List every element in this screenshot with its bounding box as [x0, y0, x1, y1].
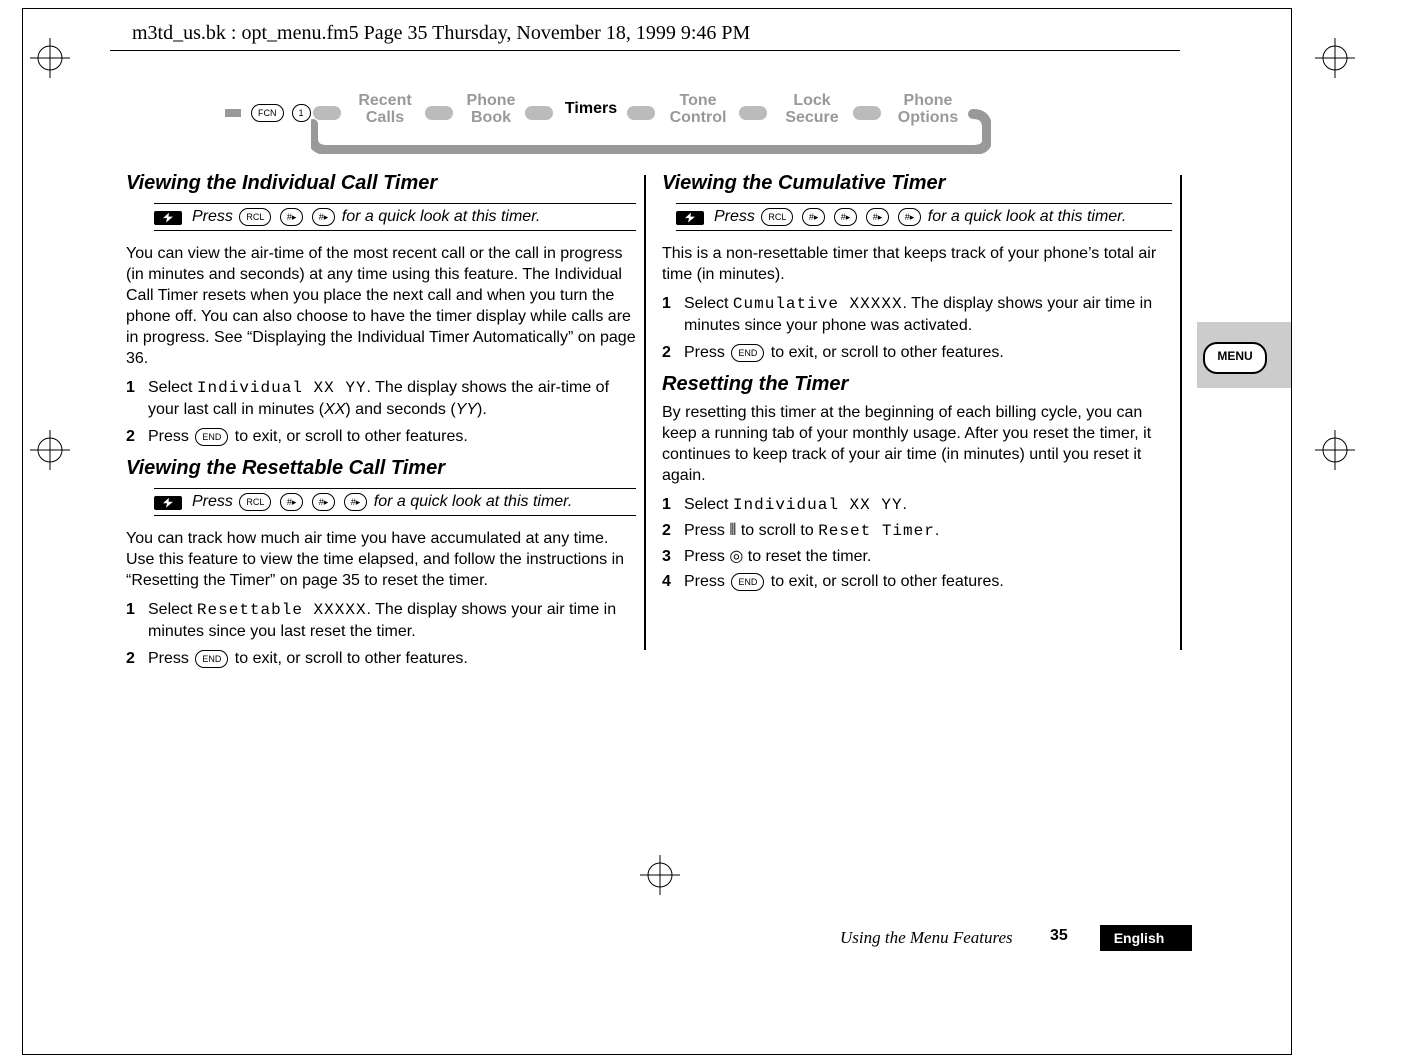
pound-key: #▸: [866, 208, 890, 226]
step-number: 2: [662, 520, 671, 541]
step-number: 1: [662, 494, 671, 515]
page-path: m3td_us.bk : opt_menu.fm5 Page 35 Thursd…: [132, 22, 750, 45]
tip-text: Press: [192, 208, 237, 225]
list-item: 2 Press END to exit, or scroll to other …: [662, 342, 1172, 363]
lcd-text: Individual XX YY: [197, 379, 367, 397]
list-item: 1 Select Resettable XXXXX. The display s…: [126, 599, 636, 642]
footer-section: Using the Menu Features: [840, 928, 1013, 948]
end-key: END: [195, 650, 228, 668]
step-number: 2: [662, 342, 671, 363]
reg-mark-top-right: [1315, 38, 1355, 78]
smart-key-icon: ◎: [729, 548, 743, 565]
list-item: 1 Select Individual XX YY. The display s…: [126, 377, 636, 420]
heading-cumulative-timer: Viewing the Cumulative Timer: [662, 172, 1172, 195]
step-number: 1: [126, 377, 135, 398]
heading-individual-timer: Viewing the Individual Call Timer: [126, 172, 636, 195]
pound-key: #▸: [280, 208, 304, 226]
lcd-text: Individual XX YY: [733, 496, 903, 514]
list-item: 1 Select Individual XX YY.: [662, 494, 1172, 516]
page-number: 35: [1050, 927, 1068, 945]
pound-key: #▸: [280, 493, 304, 511]
lcd-text: Resettable XXXXX: [197, 601, 367, 619]
end-key: END: [731, 344, 764, 362]
list-item: 2 Press END to exit, or scroll to other …: [126, 426, 636, 447]
one-key: 1: [292, 104, 311, 122]
pound-key: #▸: [344, 493, 368, 511]
reg-mark-top-left: [30, 38, 70, 78]
tip-text: Press: [714, 208, 759, 225]
heading-resetting-timer: Resetting the Timer: [662, 373, 1172, 396]
step-number: 4: [662, 571, 671, 592]
end-key: END: [731, 573, 764, 591]
step-number: 3: [662, 546, 671, 567]
column-divider: [644, 175, 646, 650]
rcl-key: RCL: [239, 493, 271, 511]
heading-resettable-timer: Viewing the Resettable Call Timer: [126, 457, 636, 480]
tip-text: for a quick look at this timer.: [342, 208, 541, 225]
paragraph: You can track how much air time you have…: [126, 528, 636, 591]
lcd-text: Cumulative XXXXX: [733, 295, 903, 313]
list-item: 3 Press ◎ to reset the timer.: [662, 546, 1172, 567]
step-number: 1: [662, 293, 671, 314]
rcl-key: RCL: [761, 208, 793, 226]
lcd-text: Reset Timer: [818, 522, 935, 540]
tip-text: Press: [192, 493, 237, 510]
step-number: 2: [126, 426, 135, 447]
paragraph: This is a non-resettable timer that keep…: [662, 243, 1172, 285]
reg-mark-left: [30, 430, 70, 470]
list-item: 4 Press END to exit, or scroll to other …: [662, 571, 1172, 592]
tip-text: for a quick look at this timer.: [374, 493, 573, 510]
list-item: 1 Select Cumulative XXXXX. The display s…: [662, 293, 1172, 336]
paragraph: By resetting this timer at the beginning…: [662, 402, 1172, 486]
pound-key: #▸: [312, 208, 336, 226]
thumb-tab: [1178, 925, 1192, 951]
language-badge: English: [1100, 925, 1178, 951]
tip-icon: [154, 211, 182, 225]
list-item: 2 Press ⦀ to scroll to Reset Timer.: [662, 520, 1172, 542]
rcl-key: RCL: [239, 208, 271, 226]
pound-key: #▸: [802, 208, 826, 226]
step-number: 1: [126, 599, 135, 620]
pound-key: #▸: [898, 208, 922, 226]
tip-text: for a quick look at this timer.: [928, 208, 1127, 225]
tip-icon: [676, 211, 704, 225]
fcn-key: FCN: [251, 104, 284, 122]
pound-key: #▸: [834, 208, 858, 226]
list-item: 2 Press END to exit, or scroll to other …: [126, 648, 636, 669]
pound-key: #▸: [312, 493, 336, 511]
reg-mark-right: [1315, 430, 1355, 470]
step-number: 2: [126, 648, 135, 669]
menu-badge: MENU: [1203, 342, 1267, 374]
reg-mark-bottom: [640, 855, 680, 895]
outer-rule: [1180, 175, 1182, 650]
paragraph: You can view the air-time of the most re…: [126, 243, 636, 369]
nav-pipe-icon: [311, 100, 991, 154]
tip-icon: [154, 496, 182, 510]
end-key: END: [195, 428, 228, 446]
breadcrumb: FCN 1 Recent Calls Phone Book Timers Ton…: [225, 88, 1025, 160]
